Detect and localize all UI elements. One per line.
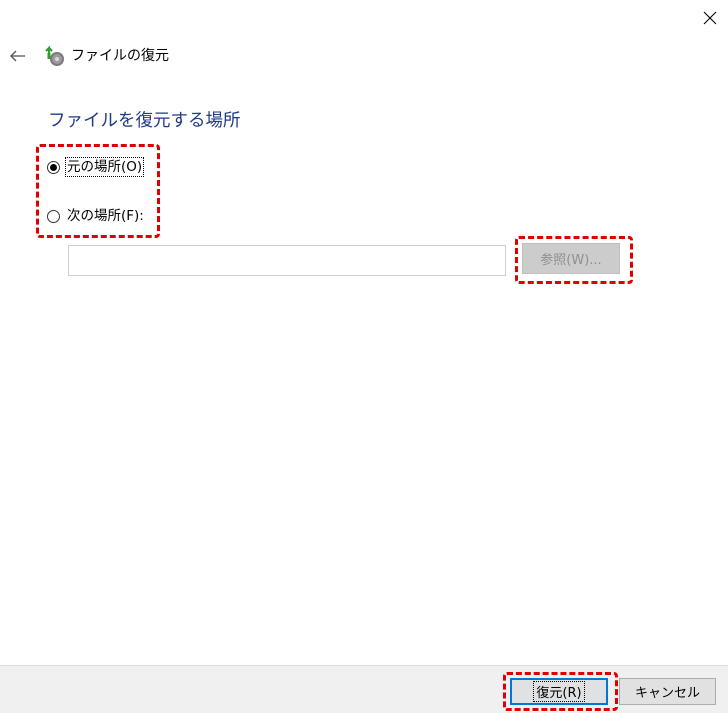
radio-label-original-location: 元の場所(O) [64, 157, 145, 177]
restore-button[interactable]: 復元(R) [510, 678, 608, 705]
close-icon [703, 11, 717, 25]
restore-button-label: 復元(R) [533, 681, 585, 702]
file-restore-window: ファイルの復元 ファイルを復元する場所 元の場所(O) 次の場所(F): 参照(… [0, 0, 728, 713]
back-arrow-icon [10, 50, 25, 62]
radio-button-selected[interactable] [47, 160, 60, 174]
radio-original-location[interactable]: 元の場所(O) [47, 157, 145, 177]
radio-label-alternate-location: 次の場所(F): [67, 208, 144, 224]
window-title: ファイルの復元 [71, 48, 169, 64]
location-path-input[interactable] [68, 245, 506, 276]
section-heading: ファイルを復元する場所 [48, 111, 241, 131]
file-restore-icon [45, 45, 64, 66]
radio-button-unselected[interactable] [47, 209, 60, 223]
back-button[interactable] [6, 44, 30, 68]
browse-button[interactable]: 参照(W)... [522, 243, 620, 274]
radio-alternate-location[interactable]: 次の場所(F): [47, 207, 145, 225]
close-button[interactable] [696, 4, 724, 32]
cancel-button[interactable]: キャンセル [619, 678, 716, 705]
